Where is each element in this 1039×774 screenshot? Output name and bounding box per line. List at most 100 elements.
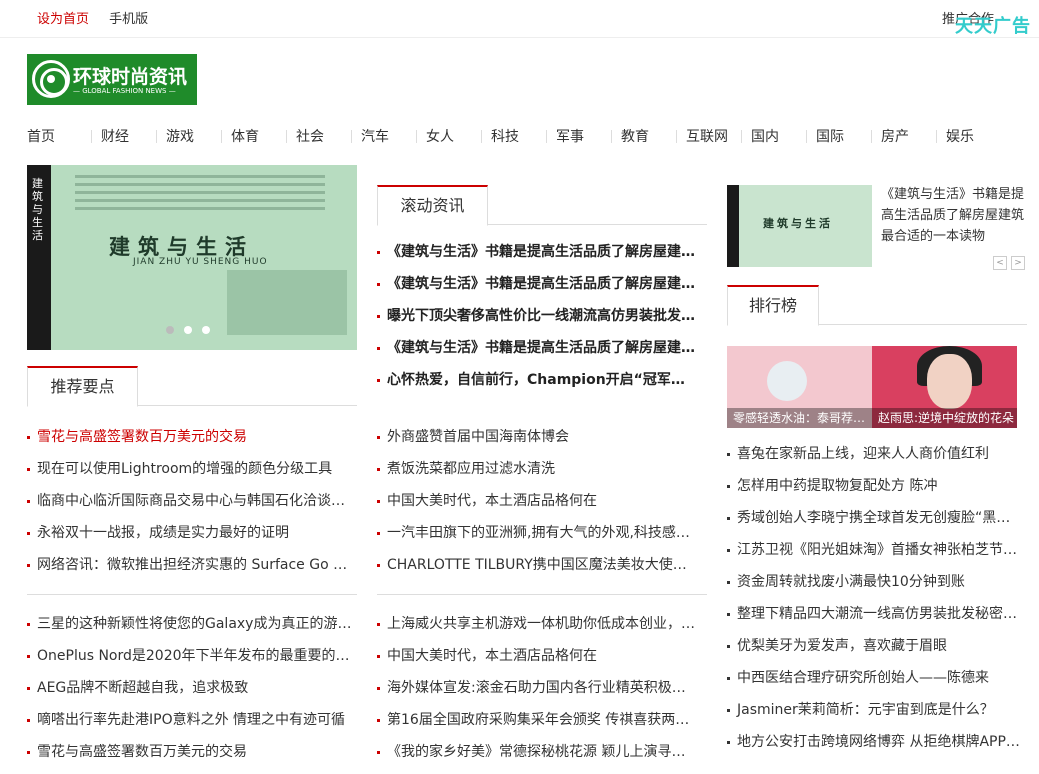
list-item[interactable]: 第16届全国政府采购集采年会颁奖 传祺喜获两项殊荣 (377, 704, 697, 736)
nav-item[interactable]: 女人 (426, 126, 454, 146)
chevron-right-icon[interactable]: > (1011, 256, 1025, 270)
nav-divider (91, 130, 92, 143)
tab-recommend[interactable]: 推荐要点 (27, 366, 138, 407)
recommend-header: 推荐要点 (27, 366, 357, 407)
site-logo[interactable]: 环球时尚资讯 — GLOBAL FASHION NEWS — (27, 54, 197, 105)
list-item[interactable]: 三星的这种新颖性将使您的Galaxy成为真正的游戏机 (27, 608, 357, 640)
slider-dot-1[interactable] (166, 326, 174, 334)
nav-item[interactable]: 科技 (491, 126, 519, 146)
nav-item[interactable]: 财经 (101, 126, 129, 146)
list-item[interactable]: 曝光下顶尖奢侈高性价比一线潮流高仿男装批发不用再找了 (377, 300, 697, 332)
logo-subtitle: — GLOBAL FASHION NEWS — (73, 87, 176, 95)
scroll-header: 滚动资讯 (377, 185, 707, 226)
list-item[interactable]: 优梨美牙为爱发声，喜欢藏于眉眼 (727, 630, 1022, 662)
building-image (227, 270, 347, 335)
list-item[interactable]: OnePlus Nord是2020年下半年发布的最重要的手机 (27, 640, 357, 672)
rank-pic-caption: 赵雨思:逆境中绽放的花朵 (872, 408, 1017, 428)
slider-dot-3[interactable] (202, 326, 210, 334)
list-item[interactable]: 怎样用中药提取物复配处方 陈冲 (727, 470, 1022, 502)
nav-divider (936, 130, 937, 143)
list-item[interactable]: AEG品牌不断超越自我，追求极致 (27, 672, 357, 704)
divider (27, 594, 357, 595)
nav-item[interactable]: 社会 (296, 126, 324, 146)
nav-divider (351, 130, 352, 143)
list-item[interactable]: Jasminer茉莉简析：元宇宙到底是什么？ (727, 694, 1022, 726)
nav-item[interactable]: 娱乐 (946, 126, 974, 146)
list-item[interactable]: 地方公安打击跨境网络博弈 从拒绝棋牌APP开始 (727, 726, 1022, 758)
nav-item[interactable]: 体育 (231, 126, 259, 146)
rank-header: 排行榜 (727, 285, 1027, 326)
middle-list-2: 上海威火共享主机游戏一体机助你低成本创业，助力创业中国大美时代，本土酒店品格何在… (377, 608, 697, 768)
list-item[interactable]: 中国大美时代，本土酒店品格何在 (377, 640, 697, 672)
product-image (767, 361, 807, 401)
nav-item[interactable]: 游戏 (166, 126, 194, 146)
top-bar: 设为首页 手机版 推广合作 天天广告 (0, 0, 1039, 38)
list-item[interactable]: 整理下精品四大潮流一线高仿男装批发秘密货源 (727, 598, 1022, 630)
spine-text: 建筑与生活 (32, 177, 43, 242)
portrait-face (927, 354, 972, 409)
nav-divider (546, 130, 547, 143)
list-item[interactable]: 上海威火共享主机游戏一体机助你低成本创业，助力创业 (377, 608, 697, 640)
list-item[interactable]: CHARLOTTE TILBURY携中国区魔法美妆大使戚薇 (377, 549, 697, 581)
slider-dots[interactable] (166, 322, 220, 338)
nav-item[interactable]: 教育 (621, 126, 649, 146)
list-item[interactable]: 嘀嗒出行率先赴港IPO意料之外 情理之中有迹可循 (27, 704, 357, 736)
slider-dot-2[interactable] (184, 326, 192, 334)
nav-item[interactable]: 汽车 (361, 126, 389, 146)
nav-item[interactable]: 国内 (751, 126, 779, 146)
nav-item[interactable]: 互联网 (686, 126, 728, 146)
book-spine: 建筑与生活 (27, 165, 51, 350)
list-item[interactable]: 秀域创始人李晓宁携全球首发无创瘦脸“黑科技” (727, 502, 1022, 534)
featured-slider[interactable]: 建筑与生活 建筑与生活 JIAN ZHU YU SHENG HUO (27, 165, 357, 350)
list-item[interactable]: 《建筑与生活》书籍是提高生活品质了解房屋建筑最合适的一本读物 (377, 268, 697, 300)
list-item[interactable]: 资金周转就找废小满最快10分钟到账 (727, 566, 1022, 598)
list-item[interactable]: 江苏卫视《阳光姐妹淘》首播女神张柏芝节目中感叹 (727, 534, 1022, 566)
list-item[interactable]: 现在可以使用Lightroom的增强的颜色分级工具 (27, 453, 357, 485)
scroll-news-list: 《建筑与生活》书籍是提高生活品质了解房屋建筑最合适的一本读物《建筑与生活》书籍是… (377, 236, 697, 396)
mobile-version-link[interactable]: 手机版 (109, 12, 148, 27)
nav-item[interactable]: 国际 (816, 126, 844, 146)
feature-text-link[interactable]: 《建筑与生活》书籍是提高生活品质了解房屋建筑最合适的一本读物 (881, 184, 1027, 247)
list-item[interactable]: 雪花与高盛签署数百万美元的交易 (27, 421, 357, 453)
rank-pic-1[interactable]: 零感轻透水油：泰哥荐好物 (727, 346, 872, 428)
list-item[interactable]: 煮饭洗菜都应用过滤水清洗 (377, 453, 697, 485)
list-item[interactable]: 一汽丰田旗下的亚洲狮,拥有大气的外观,科技感十足 (377, 517, 697, 549)
list-item[interactable]: 中国大美时代，本土酒店品格何在 (377, 485, 697, 517)
list-item[interactable]: 网络咨讯：微软推出担经济实惠的 Surface Go 平板电脑 (27, 549, 357, 581)
nav-divider (416, 130, 417, 143)
nav-divider (741, 130, 742, 143)
list-item[interactable]: 临商中心临沂国际商品交易中心与韩国石化洽谈业务合作 (27, 485, 357, 517)
list-item[interactable]: 中西医结合理疗研究所创始人——陈德来 (727, 662, 1022, 694)
list-item[interactable]: 外商盛赞首届中国海南体博会 (377, 421, 697, 453)
set-homepage-link[interactable]: 设为首页 (37, 12, 89, 27)
chevron-left-icon[interactable]: < (993, 256, 1007, 270)
nav-divider (221, 130, 222, 143)
tab-rank[interactable]: 排行榜 (727, 285, 819, 326)
list-item[interactable]: 喜兔在家新品上线，迎来人人商价值红利 (727, 438, 1022, 470)
list-item[interactable]: 永裕双十一战报，成绩是实力最好的证明 (27, 517, 357, 549)
list-item[interactable]: 雪花与高盛签署数百万美元的交易 (27, 736, 357, 768)
nav-item[interactable]: 首页 (27, 126, 55, 146)
nav-item[interactable]: 军事 (556, 126, 584, 146)
thumb-title: 建筑与生活 (763, 217, 833, 230)
nav-divider (611, 130, 612, 143)
list-item[interactable]: 《我的家乡好美》常德探秘桃花源 颖儿上演寻弟记 (377, 736, 697, 768)
nav-item[interactable]: 房产 (881, 126, 909, 146)
list-item[interactable]: 心怀热爱，自信前行，Champion开启“冠军就是你” (377, 364, 697, 396)
logo-title: 环球时尚资讯 (73, 66, 188, 88)
list-item[interactable]: 《建筑与生活》书籍是提高生活品质了解房屋建筑最合适的一本读物 (377, 332, 697, 364)
left-list-2: 三星的这种新颖性将使您的Galaxy成为真正的游戏机 OnePlus Nord是2… (27, 608, 357, 768)
list-item[interactable]: 海外媒体宣发:滚金石助力国内各行业精英积极拓展海外 (377, 672, 697, 704)
tab-scroll-news[interactable]: 滚动资讯 (377, 185, 488, 226)
ad-banner[interactable]: 天天广告 (955, 12, 1031, 38)
list-item[interactable]: 《建筑与生活》书籍是提高生活品质了解房屋建筑最合适的一本读物 (377, 236, 697, 268)
slide-pinyin: JIAN ZHU YU SHENG HUO (133, 257, 268, 267)
top-links: 设为首页 手机版 (37, 8, 164, 27)
nav-divider (286, 130, 287, 143)
rank-pic-2[interactable]: 赵雨思:逆境中绽放的花朵 (872, 346, 1017, 428)
recommend-list: 雪花与高盛签署数百万美元的交易 现在可以使用Lightroom的增强的颜色分级工具… (27, 421, 357, 581)
middle-list-1: 外商盛赞首届中国海南体博会 煮饭洗菜都应用过滤水清洗 中国大美时代，本土酒店品格何在… (377, 421, 697, 581)
feature-thumbnail[interactable]: 建筑与生活 (727, 185, 872, 267)
cover-text-lines (75, 175, 325, 215)
divider (377, 594, 707, 595)
